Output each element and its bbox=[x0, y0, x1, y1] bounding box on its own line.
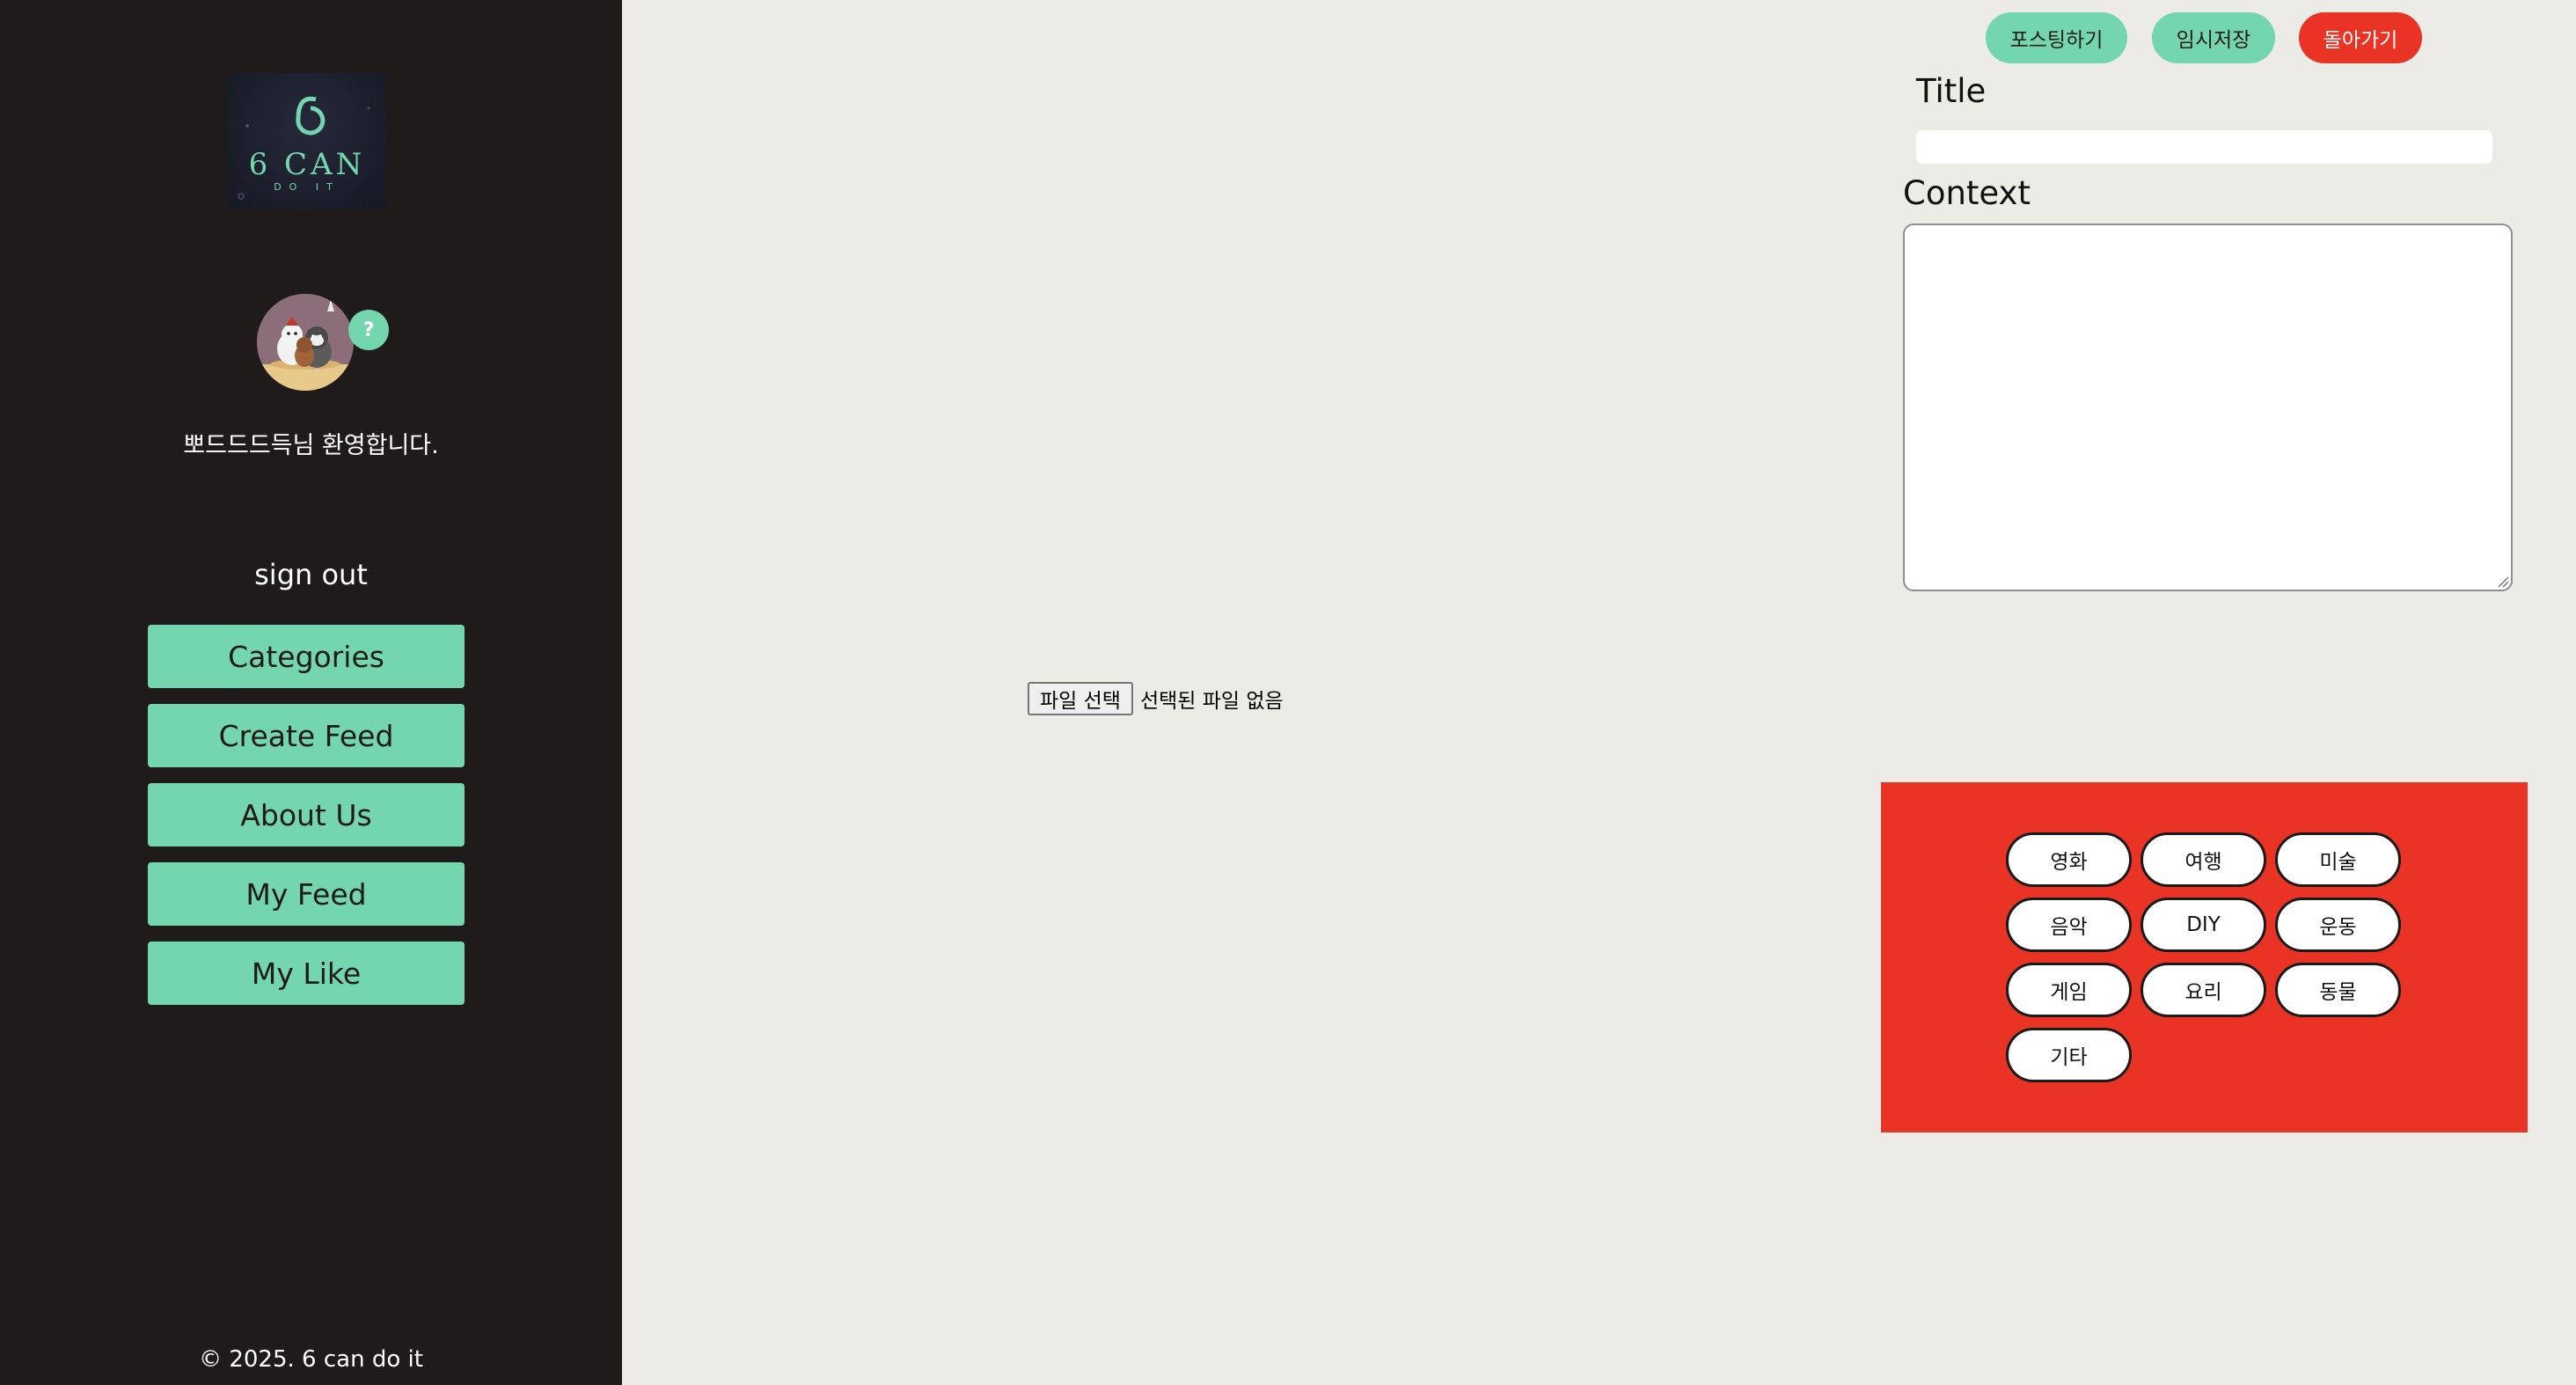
post-button[interactable]: 포스팅하기 bbox=[1986, 12, 2127, 63]
welcome-message: 뽀드드드득님 환영합니다. bbox=[183, 432, 439, 459]
category-game-button[interactable]: 게임 bbox=[2006, 963, 2132, 1017]
help-badge-icon[interactable]: ? bbox=[348, 310, 389, 350]
nav-categories-button[interactable]: Categories bbox=[148, 625, 465, 688]
category-music-button[interactable]: 음악 bbox=[2006, 898, 2132, 952]
logo-graphic: 6 CAN DO IT bbox=[238, 96, 370, 200]
sidebar: 6 CAN DO IT ? 뽀드드드득님 환영합니다. sign out Cat… bbox=[0, 0, 622, 1385]
category-animal-button[interactable]: 동물 bbox=[2275, 963, 2401, 1017]
save-draft-button[interactable]: 임시저장 bbox=[2152, 12, 2275, 63]
category-art-button[interactable]: 미술 bbox=[2275, 832, 2401, 887]
logo-text: 6 CAN bbox=[249, 147, 366, 182]
category-travel-button[interactable]: 여행 bbox=[2141, 832, 2266, 887]
category-cooking-button[interactable]: 요리 bbox=[2141, 963, 2266, 1017]
nav-my-feed-button[interactable]: My Feed bbox=[148, 862, 465, 926]
context-textarea[interactable] bbox=[1903, 224, 2513, 591]
title-label: Title bbox=[1916, 72, 1987, 110]
category-panel: 영화 여행 미술 음악 DIY 운동 게임 요리 동물 기타 bbox=[1881, 782, 2528, 1132]
footer-copyright: © 2025. 6 can do it bbox=[199, 1346, 423, 1373]
file-upload: 파일 선택 선택된 파일 없음 bbox=[1028, 682, 1284, 715]
brand-logo[interactable]: 6 CAN DO IT bbox=[228, 73, 386, 209]
category-exercise-button[interactable]: 운동 bbox=[2275, 898, 2401, 952]
nav-my-like-button[interactable]: My Like bbox=[148, 942, 465, 1005]
logo-subtext: DO IT bbox=[274, 181, 340, 193]
category-movie-button[interactable]: 영화 bbox=[2006, 832, 2132, 887]
back-button[interactable]: 돌아가기 bbox=[2299, 12, 2422, 63]
file-status-text: 선택된 파일 없음 bbox=[1139, 690, 1284, 713]
nav-create-feed-button[interactable]: Create Feed bbox=[148, 704, 465, 767]
sign-out-link[interactable]: sign out bbox=[0, 558, 622, 591]
resize-grip-icon[interactable] bbox=[2497, 575, 2509, 588]
choose-file-button[interactable]: 파일 선택 bbox=[1028, 682, 1133, 715]
category-diy-button[interactable]: DIY bbox=[2141, 898, 2266, 952]
category-etc-button[interactable]: 기타 bbox=[2006, 1028, 2132, 1082]
nav-about-us-button[interactable]: About Us bbox=[148, 783, 465, 846]
avatar[interactable] bbox=[257, 294, 354, 391]
page: 6 CAN DO IT ? 뽀드드드득님 환영합니다. sign out Cat… bbox=[0, 0, 2576, 1385]
context-label: Context bbox=[1903, 174, 2031, 212]
title-input[interactable] bbox=[1916, 130, 2492, 164]
avatar-image bbox=[257, 294, 354, 391]
